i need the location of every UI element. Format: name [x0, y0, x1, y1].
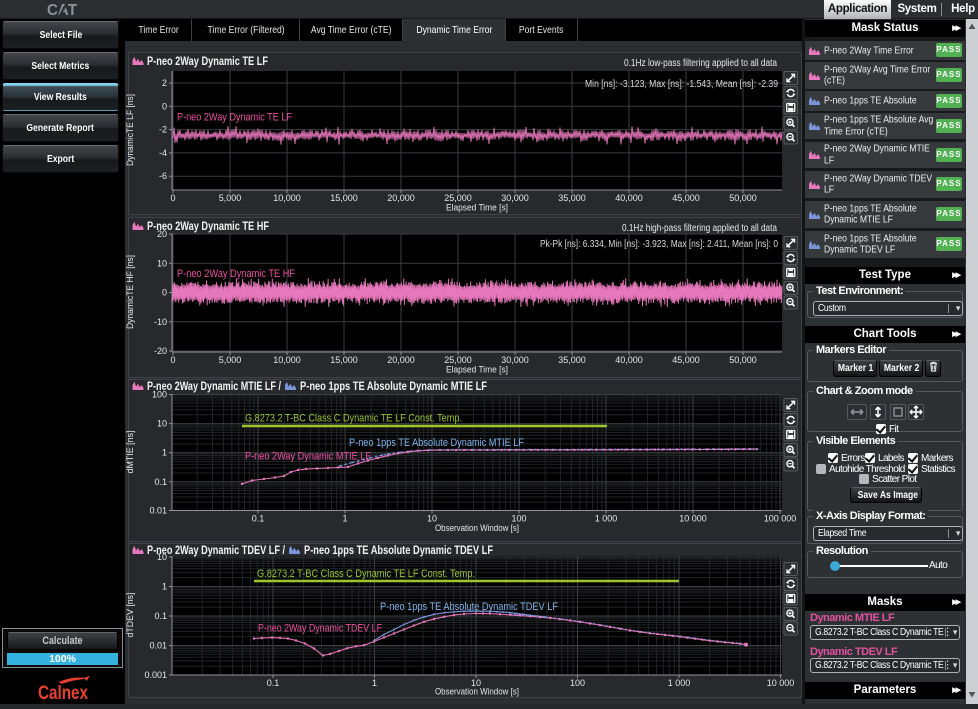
svg-text:100 000: 100 000 — [764, 514, 797, 524]
svg-text:0.1Hz high-pass filtering appl: 0.1Hz high-pass filtering applied to all… — [622, 223, 777, 234]
svg-text:-4: -4 — [159, 148, 167, 158]
svg-text:50,000: 50,000 — [729, 355, 757, 365]
svg-text:-6: -6 — [159, 171, 167, 181]
svg-text:0.1: 0.1 — [154, 611, 167, 621]
svg-text:25,000: 25,000 — [444, 355, 472, 365]
svg-text:40,000: 40,000 — [615, 355, 643, 365]
svg-text:dMTIE [ns]: dMTIE [ns] — [125, 431, 135, 474]
svg-text:2: 2 — [162, 78, 167, 88]
svg-text:35,000: 35,000 — [558, 193, 586, 203]
svg-text:Observation Window [s]: Observation Window [s] — [435, 687, 519, 697]
svg-text:0.01: 0.01 — [149, 506, 167, 516]
svg-text:0: 0 — [170, 355, 175, 365]
svg-text:10,000: 10,000 — [273, 355, 301, 365]
svg-text:15,000: 15,000 — [330, 355, 358, 365]
svg-text:20,000: 20,000 — [387, 355, 415, 365]
svg-text:0: 0 — [170, 193, 175, 203]
svg-text:dTDEV [ns]: dTDEV [ns] — [125, 593, 135, 638]
svg-text:Min [ns]: -3.123, Max [ns]: -1: Min [ns]: -3.123, Max [ns]: -1.543, Mean… — [585, 79, 778, 90]
svg-text:P-neo 1pps TE Absolute Dynamic: P-neo 1pps TE Absolute Dynamic MTIE LF — [300, 379, 487, 393]
svg-text:1 000: 1 000 — [595, 514, 618, 524]
svg-text:35,000: 35,000 — [558, 355, 586, 365]
svg-text:10 000: 10 000 — [767, 678, 795, 688]
svg-text:0.01: 0.01 — [149, 641, 167, 651]
svg-text:0.001: 0.001 — [144, 670, 167, 680]
svg-text:10,000: 10,000 — [273, 193, 301, 203]
svg-text:45,000: 45,000 — [672, 193, 700, 203]
svg-text:10: 10 — [427, 514, 437, 524]
svg-text:P-neo 2Way Dynamic TDEV LF /: P-neo 2Way Dynamic TDEV LF / — [147, 543, 285, 557]
svg-text:Elapsed Time [s]: Elapsed Time [s] — [446, 203, 508, 213]
svg-text:30,000: 30,000 — [501, 193, 529, 203]
svg-text:G.8273.2 T-BC Class C Dynamic: G.8273.2 T-BC Class C Dynamic TE LF Cons… — [245, 413, 462, 425]
svg-text:0: 0 — [162, 288, 167, 298]
svg-text:20,000: 20,000 — [387, 193, 415, 203]
svg-text:100: 100 — [511, 514, 526, 524]
svg-text:-10: -10 — [154, 317, 167, 327]
svg-text:P-neo 2Way Dynamic TE HF: P-neo 2Way Dynamic TE HF — [147, 219, 269, 233]
svg-text:10: 10 — [157, 258, 167, 268]
svg-text:P-neo 1pps TE Absolute Dynamic: P-neo 1pps TE Absolute Dynamic TDEV LF — [304, 543, 493, 557]
svg-text:1: 1 — [162, 582, 167, 592]
svg-text:Elapsed Time [s]: Elapsed Time [s] — [446, 365, 508, 375]
svg-text:P-neo 2Way Dynamic TE LF: P-neo 2Way Dynamic TE LF — [147, 54, 268, 68]
svg-text:1: 1 — [342, 514, 347, 524]
svg-text:P-neo 1pps TE Absolute Dynamic: P-neo 1pps TE Absolute Dynamic TDEV LF — [380, 601, 558, 613]
svg-text:Pk-Pk [ns]: 6.334, Min [ns]: -: Pk-Pk [ns]: 6.334, Min [ns]: -3.923, Max… — [540, 239, 778, 250]
svg-text:P-neo 2Way Dynamic TE HF: P-neo 2Way Dynamic TE HF — [177, 268, 295, 280]
svg-text:0.1: 0.1 — [154, 477, 167, 487]
svg-text:30,000: 30,000 — [501, 355, 529, 365]
svg-text:DynamicTE LF [ns]: DynamicTE LF [ns] — [125, 94, 135, 166]
svg-text:100: 100 — [570, 678, 585, 688]
svg-text:P-neo 2Way Dynamic MTIE LF: P-neo 2Way Dynamic MTIE LF — [245, 451, 371, 463]
svg-text:Observation Window [s]: Observation Window [s] — [435, 523, 519, 533]
svg-text:25,000: 25,000 — [444, 193, 472, 203]
svg-text:G.8273.2 T-BC Class C Dynamic: G.8273.2 T-BC Class C Dynamic TE LF Cons… — [257, 568, 475, 580]
svg-text:P-neo 2Way Dynamic MTIE LF /: P-neo 2Way Dynamic MTIE LF / — [147, 379, 281, 393]
svg-text:DynamicTE HF [ns]: DynamicTE HF [ns] — [125, 255, 135, 329]
svg-text:0.1Hz low-pass filtering appli: 0.1Hz low-pass filtering applied to all … — [624, 58, 777, 69]
svg-text:45,000: 45,000 — [672, 355, 700, 365]
svg-text:P-neo 2Way Dynamic TE LF: P-neo 2Way Dynamic TE LF — [177, 112, 292, 124]
svg-text:0: 0 — [162, 101, 167, 111]
svg-text:5,000: 5,000 — [219, 355, 242, 365]
svg-text:-20: -20 — [154, 346, 167, 356]
svg-text:1: 1 — [162, 448, 167, 458]
svg-text:0.1: 0.1 — [252, 514, 265, 524]
svg-text:50,000: 50,000 — [729, 193, 757, 203]
svg-text:5,000: 5,000 — [219, 193, 242, 203]
svg-text:15,000: 15,000 — [330, 193, 358, 203]
svg-text:10: 10 — [157, 419, 167, 429]
svg-text:P-neo 2Way Dynamic TDEV LF: P-neo 2Way Dynamic TDEV LF — [258, 623, 382, 635]
svg-text:P-neo 1pps TE Absolute Dynamic: P-neo 1pps TE Absolute Dynamic MTIE LF — [349, 437, 524, 449]
svg-text:1: 1 — [372, 678, 377, 688]
svg-text:-2: -2 — [159, 125, 167, 135]
svg-text:10 000: 10 000 — [679, 514, 707, 524]
svg-text:0.1: 0.1 — [267, 678, 280, 688]
svg-text:1 000: 1 000 — [668, 678, 691, 688]
svg-text:40,000: 40,000 — [615, 193, 643, 203]
